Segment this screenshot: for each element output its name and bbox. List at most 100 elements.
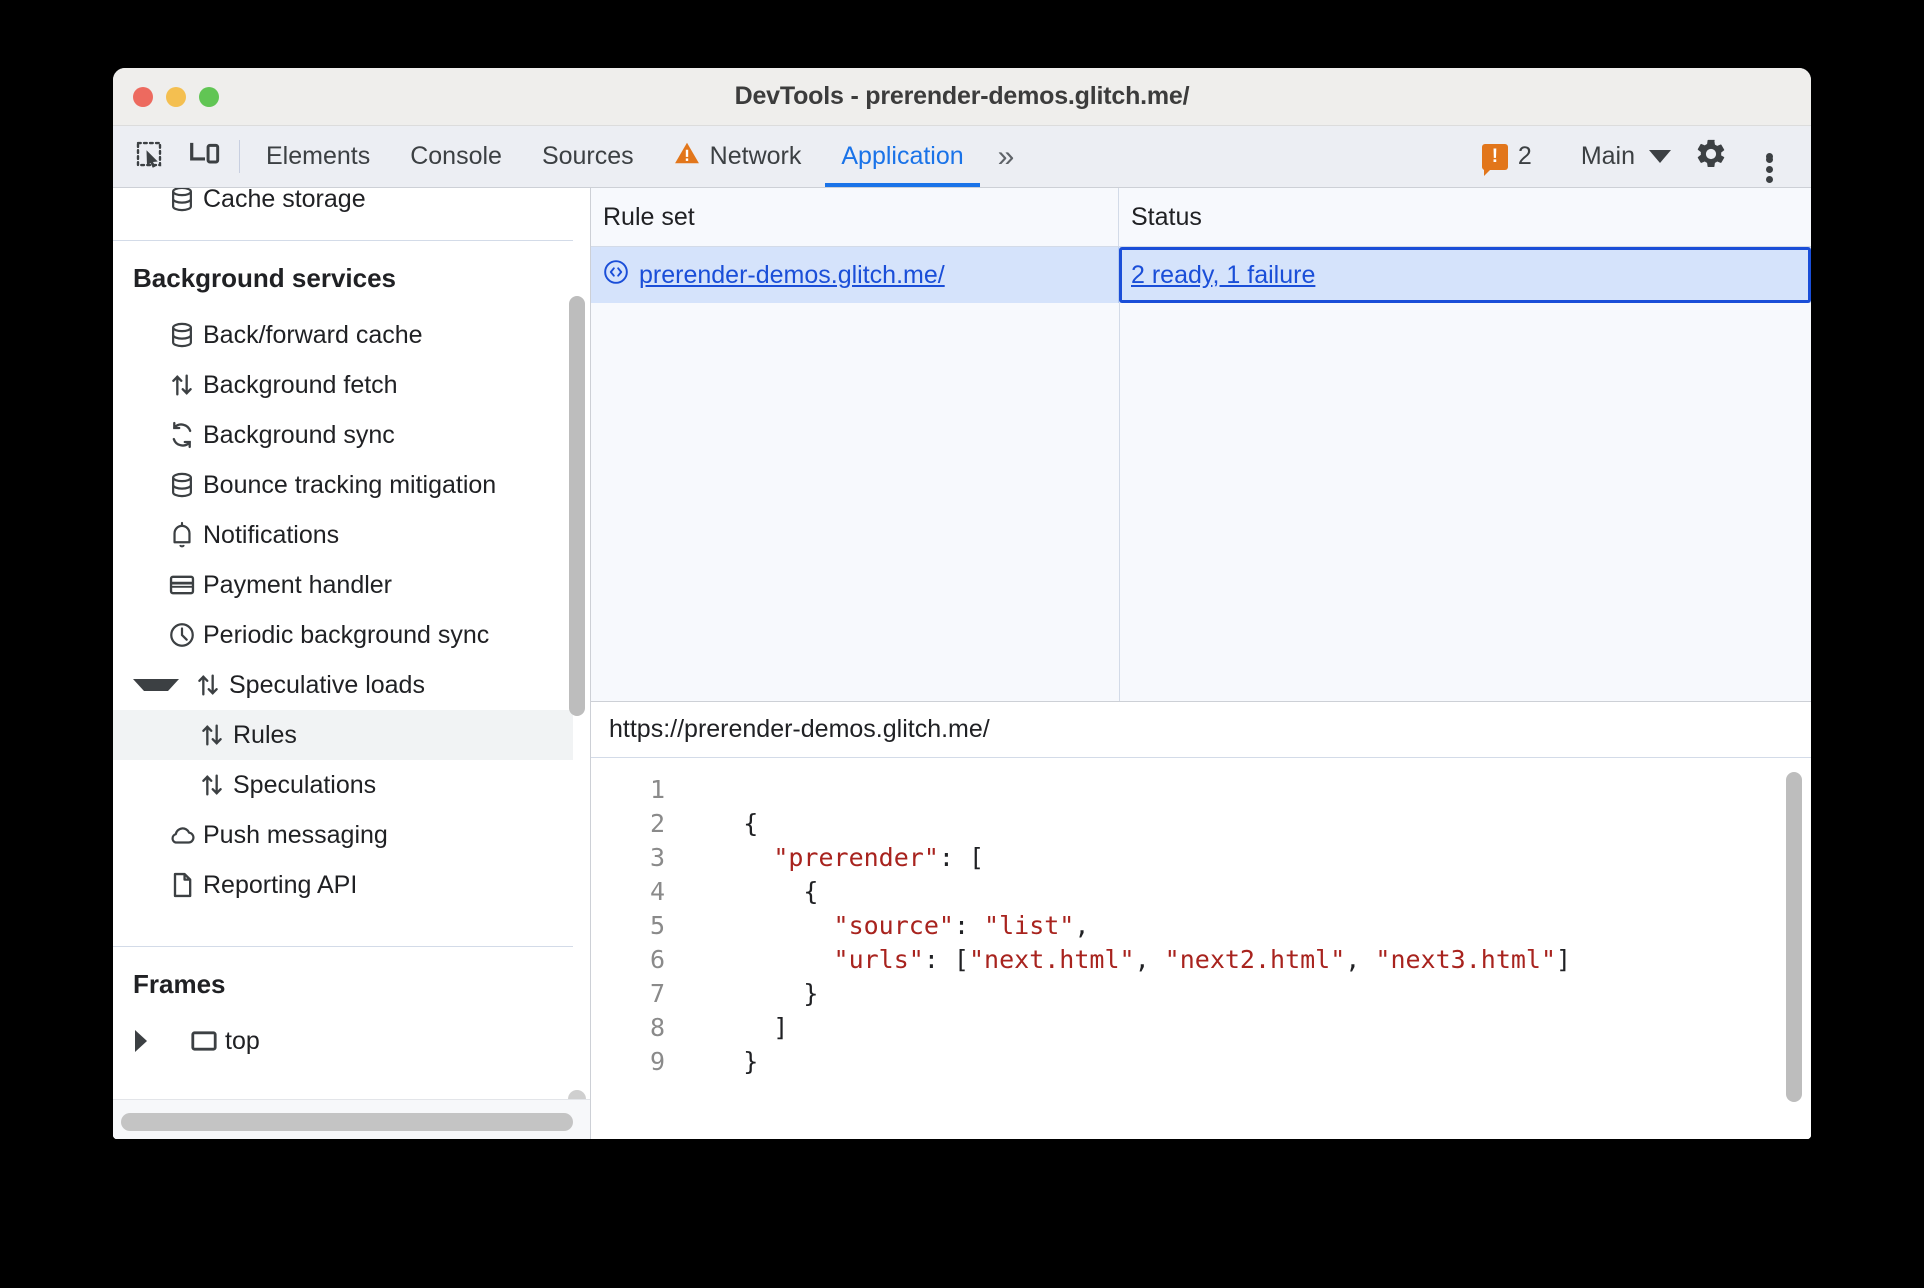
sidebar-item-back-forward-cache[interactable]: Back/forward cache	[113, 310, 573, 360]
sidebar-vertical-scrollbar[interactable]	[569, 296, 585, 716]
tab-application[interactable]: Application	[821, 126, 983, 187]
sidebar-item-label: Push messaging	[203, 820, 388, 849]
line-number: 6	[649, 944, 665, 974]
rule-set-link[interactable]: prerender-demos.glitch.me/	[603, 259, 945, 292]
minimize-window-button[interactable]	[166, 86, 186, 107]
sidebar-horizontal-scrollbar[interactable]	[121, 1113, 573, 1131]
cell-status[interactable]: 2 ready, 1 failure	[1119, 247, 1811, 303]
issue-exclamation-icon: !	[1481, 143, 1508, 176]
line-number: 2	[649, 808, 665, 838]
chevron-down-icon[interactable]	[133, 679, 179, 691]
close-window-button[interactable]	[133, 86, 153, 107]
sidebar-item-background-sync[interactable]: Background sync	[113, 410, 573, 460]
tab-sources-label: Sources	[541, 142, 634, 170]
grid-empty-area	[591, 303, 1811, 701]
clock-icon	[161, 621, 203, 649]
code-punctuation	[683, 843, 773, 872]
sidebar-item-label: Background fetch	[203, 370, 398, 399]
traffic-lights	[133, 86, 219, 107]
sidebar-item-label: Speculations	[233, 770, 377, 799]
tab-network[interactable]: Network	[654, 126, 822, 187]
sidebar-item-label: top	[225, 1026, 260, 1055]
maximize-window-button[interactable]	[199, 86, 219, 107]
code-line: 2 {	[591, 806, 1811, 840]
source-code-area[interactable]: 12 {3 "prerender": [4 {5 "source": "list…	[591, 758, 1811, 1139]
sidebar-item-label: Cache storage	[203, 188, 366, 213]
code-line-content: }	[683, 1047, 758, 1076]
line-number: 4	[649, 876, 665, 906]
chevron-right-icon[interactable]	[135, 1030, 171, 1052]
sidebar-item-speculative-loads[interactable]: Speculative loads	[113, 660, 573, 710]
toolbar-right-group: ! 2 Main	[1468, 126, 1811, 187]
code-line: 5 "source": "list",	[591, 908, 1811, 942]
frame-icon	[183, 1029, 225, 1053]
grid-empty-right	[1120, 303, 1811, 701]
title-bar: DevTools - prerender-demos.glitch.me/	[113, 68, 1811, 126]
gear-icon	[1694, 137, 1728, 176]
sidebar-item-background-fetch[interactable]: Background fetch	[113, 360, 573, 410]
column-header-rule-set[interactable]: Rule set	[591, 188, 1119, 246]
sidebar-item-label: Background sync	[203, 420, 395, 449]
sidebar-item-cache-storage[interactable]: Cache storage	[113, 188, 573, 226]
sidebar-item-label: Speculative loads	[229, 670, 425, 699]
warning-triangle-icon	[674, 141, 700, 172]
code-string: "prerender"	[773, 842, 939, 872]
code-line: 3 "prerender": [	[591, 840, 1811, 874]
code-line: 9 }	[591, 1044, 1811, 1078]
code-string: "next.html"	[968, 944, 1135, 974]
arrows-up-down-icon	[191, 721, 233, 749]
cell-rule-set[interactable]: prerender-demos.glitch.me/	[591, 247, 1119, 303]
code-string: "next2.html"	[1164, 944, 1346, 974]
code-brackets-icon	[603, 259, 629, 292]
sidebar-item-periodic-background-sync[interactable]: Periodic background sync	[113, 610, 573, 660]
code-line-content: "prerender": [	[683, 843, 984, 872]
code-punctuation: }	[683, 1046, 759, 1076]
application-sidebar: Cache storage Background services Back/f…	[113, 188, 591, 1139]
tab-elements[interactable]: Elements	[246, 126, 390, 187]
code-punctuation: :	[953, 910, 985, 940]
tab-console[interactable]: Console	[390, 126, 522, 187]
database-icon	[161, 188, 203, 213]
sidebar-scroll-content: Cache storage Background services Back/f…	[113, 188, 573, 1118]
status-link[interactable]: 2 ready, 1 failure	[1131, 261, 1315, 290]
code-punctuation: {	[683, 808, 759, 838]
chevron-down-icon	[1649, 150, 1671, 163]
sidebar-item-push-messaging[interactable]: Push messaging	[113, 810, 573, 860]
code-line: 6 "urls": ["next.html", "next2.html", "n…	[591, 942, 1811, 976]
issues-badge[interactable]: ! 2	[1468, 142, 1546, 176]
code-punctuation: ]	[1556, 944, 1572, 974]
code-string: "source"	[833, 910, 954, 940]
sidebar-item-label: Periodic background sync	[203, 620, 490, 649]
context-selector-label: Main	[1580, 142, 1635, 170]
context-selector[interactable]: Main	[1563, 142, 1681, 171]
code-punctuation: : [	[938, 842, 985, 872]
sidebar-item-top-frame[interactable]: top	[113, 1016, 573, 1066]
source-url[interactable]: https://prerender-demos.glitch.me/	[591, 702, 1811, 758]
sidebar-item-speculations[interactable]: Speculations	[113, 760, 573, 810]
device-toolbar-button[interactable]	[177, 126, 233, 187]
code-punctuation: {	[683, 876, 819, 906]
more-tabs-button[interactable]: »	[984, 126, 1025, 187]
code-punctuation	[683, 911, 834, 940]
code-punctuation: : [	[923, 944, 969, 974]
settings-button[interactable]	[1683, 137, 1739, 176]
toolbar-divider	[239, 140, 240, 173]
code-punctuation: ,	[1074, 910, 1090, 940]
sidebar-item-label: Payment handler	[203, 570, 393, 599]
code-vertical-scrollbar[interactable]	[1786, 772, 1802, 1102]
sidebar-item-notifications[interactable]: Notifications	[113, 510, 573, 560]
inspect-element-icon	[134, 139, 164, 174]
table-row[interactable]: prerender-demos.glitch.me/ 2 ready, 1 fa…	[591, 247, 1811, 303]
more-options-button[interactable]	[1741, 150, 1797, 183]
sidebar-item-payment-handler[interactable]: Payment handler	[113, 560, 573, 610]
inspect-element-button[interactable]	[121, 126, 177, 187]
code-line-content: "urls": ["next.html", "next2.html", "nex…	[683, 944, 1572, 974]
sidebar-item-reporting-api[interactable]: Reporting API	[113, 860, 573, 910]
grid-header-row: Rule set Status	[591, 188, 1811, 247]
code-line: 8 ]	[591, 1010, 1811, 1044]
main-panel: Rule set Status prerender-demos.glitch.m…	[591, 188, 1811, 1139]
tab-sources[interactable]: Sources	[522, 126, 654, 187]
sidebar-item-rules[interactable]: Rules	[113, 710, 573, 760]
column-header-status[interactable]: Status	[1119, 188, 1811, 246]
sidebar-item-bounce-tracking-mitigation[interactable]: Bounce tracking mitigation	[113, 460, 573, 510]
